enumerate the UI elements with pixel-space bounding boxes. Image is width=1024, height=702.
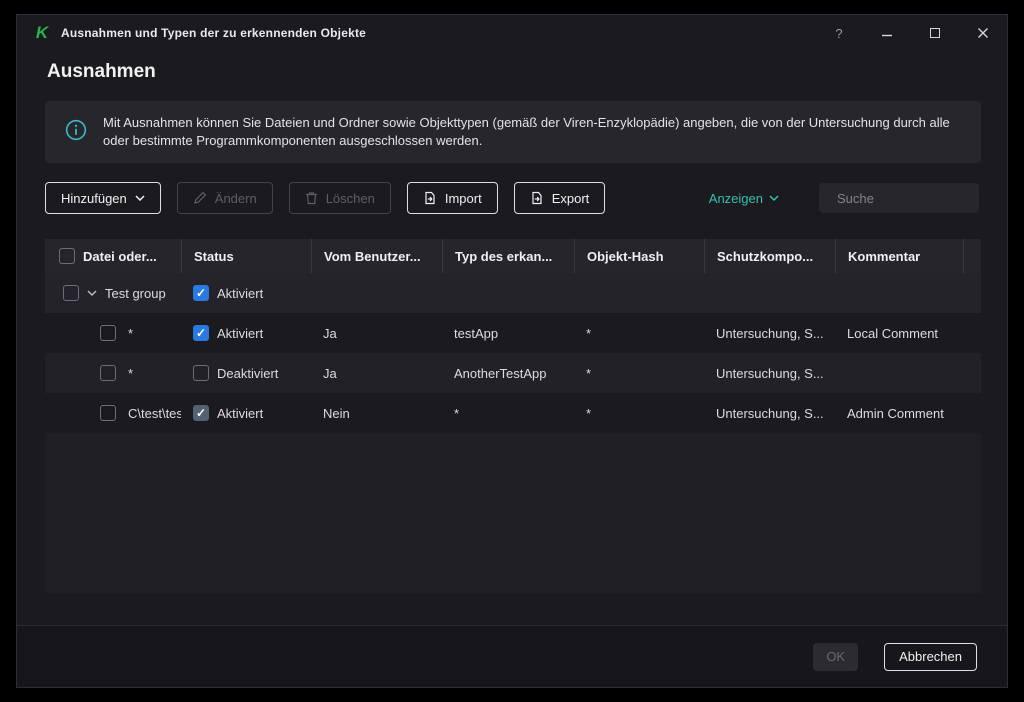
cell-comment: Local Comment	[847, 325, 939, 341]
add-button-label: Hinzufügen	[61, 190, 127, 206]
cell-type: AnotherTestApp	[454, 365, 547, 381]
col-spacer	[963, 239, 981, 273]
export-button[interactable]: Export	[513, 182, 606, 214]
show-dropdown[interactable]: Anzeigen	[709, 182, 779, 214]
cell-hash: *	[586, 405, 592, 421]
pencil-icon	[193, 191, 207, 204]
col-hash: Objekt-Hash	[574, 239, 704, 273]
select-all-checkbox[interactable]	[59, 248, 75, 264]
exclusions-table: Datei oder... Status Vom Benutzer... Typ…	[45, 239, 981, 593]
toolbar: Hinzufügen Ändern Löschen Import Export …	[45, 182, 1013, 214]
edit-button[interactable]: Ändern	[176, 182, 273, 214]
cell-status: Aktiviert	[217, 325, 264, 341]
cell-user: Ja	[323, 325, 337, 341]
export-button-label: Export	[551, 190, 590, 206]
group-name: Test group	[105, 285, 166, 301]
col-file: Datei oder...	[83, 248, 157, 264]
maximize-icon	[930, 28, 940, 38]
info-banner-text: Mit Ausnahmen können Sie Dateien und Ord…	[103, 115, 950, 148]
table-row[interactable]: C\test\tes... Aktiviert Nein * * Untersu…	[45, 393, 981, 433]
info-icon	[65, 119, 87, 146]
cell-hash: *	[586, 325, 592, 341]
window-controls: ?	[827, 15, 995, 51]
chevron-down-icon	[135, 195, 145, 201]
cell-file: *	[128, 325, 134, 341]
cell-hash: *	[586, 365, 592, 381]
help-button[interactable]: ?	[827, 21, 851, 45]
row-status-checkbox[interactable]	[193, 365, 209, 381]
table-row[interactable]: * Deaktiviert Ja AnotherTestApp * Unters…	[45, 353, 981, 393]
search-input[interactable]	[837, 190, 1013, 206]
show-dropdown-label: Anzeigen	[708, 190, 763, 206]
row-select-checkbox[interactable]	[100, 365, 116, 381]
table-row[interactable]: * Aktiviert Ja testApp * Untersuchung, S…	[45, 313, 981, 353]
group-select-checkbox[interactable]	[63, 285, 79, 301]
search-box	[819, 183, 1013, 213]
trash-icon	[305, 192, 317, 205]
info-banner: Mit Ausnahmen können Sie Dateien und Ord…	[45, 101, 981, 163]
minimize-icon	[882, 34, 892, 37]
cell-file: *	[128, 365, 134, 381]
cell-type: *	[454, 405, 460, 421]
dialog-footer: OK Abbrechen	[17, 625, 1007, 687]
import-button[interactable]: Import	[406, 182, 498, 214]
title-bar: K Ausnahmen und Typen der zu erkennenden…	[17, 15, 1007, 51]
col-type: Typ des erkan...	[442, 239, 574, 273]
ok-button[interactable]: OK	[813, 642, 859, 671]
import-icon	[425, 191, 435, 205]
col-comment: Kommentar	[835, 239, 963, 273]
cell-components: Untersuchung, S...	[716, 365, 824, 381]
cell-type: testApp	[454, 325, 499, 341]
col-user: Vom Benutzer...	[311, 239, 442, 273]
close-icon	[978, 28, 988, 38]
group-status-checkbox[interactable]	[193, 285, 209, 301]
row-status-checkbox[interactable]	[193, 405, 209, 421]
edit-button-label: Ändern	[214, 190, 257, 206]
cell-status: Aktiviert	[217, 405, 264, 421]
minimize-button[interactable]	[875, 21, 899, 45]
cell-file: C\test\tes...	[128, 405, 181, 421]
cell-user: Ja	[323, 365, 337, 381]
group-expand-chevron-icon[interactable]	[87, 290, 97, 296]
row-status-checkbox[interactable]	[193, 325, 209, 341]
cell-comment: Admin Comment	[847, 405, 944, 421]
group-status-label: Aktiviert	[217, 285, 264, 301]
dialog-window: K Ausnahmen und Typen der zu erkennenden…	[16, 14, 1013, 688]
delete-button-label: Löschen	[325, 190, 375, 206]
export-icon	[532, 191, 542, 205]
cell-user: Nein	[323, 405, 350, 421]
table-group-row[interactable]: Test group Aktiviert	[45, 273, 981, 313]
cancel-button[interactable]: Abbrechen	[884, 642, 977, 671]
table-header-row: Datei oder... Status Vom Benutzer... Typ…	[45, 239, 981, 273]
import-button-label: Import	[444, 190, 482, 206]
table-empty-area	[45, 433, 981, 593]
delete-button[interactable]: Löschen	[288, 182, 391, 214]
page-title: Ausnahmen	[47, 61, 156, 82]
row-select-checkbox[interactable]	[100, 405, 116, 421]
col-status: Status	[181, 239, 311, 273]
chevron-down-icon	[769, 195, 779, 201]
cell-components: Untersuchung, S...	[716, 405, 824, 421]
cell-components: Untersuchung, S...	[716, 325, 824, 341]
kaspersky-logo-icon: K	[35, 23, 49, 42]
close-button[interactable]	[971, 21, 995, 45]
col-components: Schutzkompo...	[704, 239, 835, 273]
window-title: Ausnahmen und Typen der zu erkennenden O…	[61, 26, 367, 40]
maximize-button[interactable]	[923, 21, 947, 45]
row-select-checkbox[interactable]	[100, 325, 116, 341]
cell-status: Deaktiviert	[217, 365, 279, 381]
add-button[interactable]: Hinzufügen	[45, 182, 161, 214]
